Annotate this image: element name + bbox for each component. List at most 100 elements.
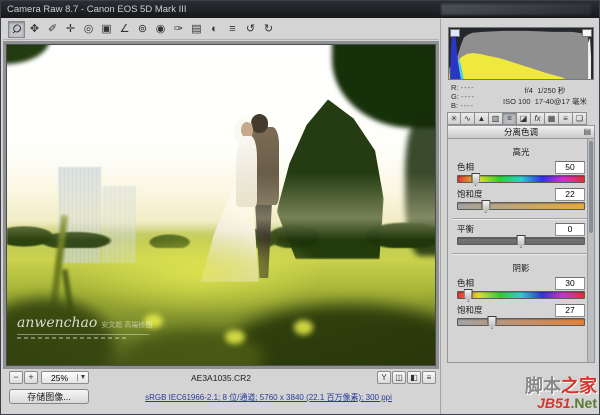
panel-menu-icon[interactable]: ▤: [583, 126, 591, 138]
tab-tone-curve[interactable]: ∿: [461, 112, 475, 125]
detail-icon: ▲: [478, 114, 486, 123]
tab-lens-corrections[interactable]: ◪: [517, 112, 531, 125]
histogram: [448, 27, 594, 80]
zoom-level-select[interactable]: 25% ▼: [41, 371, 89, 384]
zoom-in-button[interactable]: +: [24, 371, 38, 384]
highlight-hue-slider[interactable]: [457, 175, 585, 183]
hand-icon: ✥: [30, 22, 39, 37]
shadow-saturation-input[interactable]: [555, 304, 585, 317]
watermark-script-text: anwenchao: [17, 315, 97, 331]
tab-snapshots[interactable]: ❏: [573, 112, 587, 125]
before-after-y-toggle[interactable]: Y: [377, 371, 391, 384]
white-balance-tool[interactable]: ✐: [44, 21, 61, 38]
shadow-saturation-slider[interactable]: [457, 318, 585, 326]
split-vertical-toggle[interactable]: ◫: [392, 371, 406, 384]
red-eye-tool[interactable]: ◉: [152, 21, 169, 38]
highlight-hue-label: 色相: [457, 161, 474, 173]
balance-slider[interactable]: [457, 237, 585, 245]
shadow-hue-input[interactable]: [555, 277, 585, 290]
shadow-saturation-label: 饱和度: [457, 304, 483, 316]
divider: [452, 253, 590, 255]
slider-handle[interactable]: [517, 235, 526, 248]
slider-handle[interactable]: [464, 289, 473, 302]
watermark-divider: [17, 334, 149, 335]
targeted-adjustment-tool[interactable]: ◎: [80, 21, 97, 38]
zoom-out-button[interactable]: −: [9, 371, 23, 384]
spot-removal-tool[interactable]: ⊚: [134, 21, 151, 38]
lens-value: 17-40@17 毫米: [535, 97, 587, 106]
histogram-plot: [449, 28, 593, 79]
watermark-cn-text: 安文超 高端修图: [101, 322, 152, 329]
exif-readout: f/4 1/250 秒 ISO 100 17-40@17 毫米: [496, 85, 594, 107]
b-label: B:: [451, 101, 458, 110]
scrollbar-thumb[interactable]: [589, 141, 593, 233]
slider-handle[interactable]: [481, 200, 490, 213]
rotate-ccw-icon: ↺: [246, 22, 255, 37]
chevron-down-icon: ▼: [77, 374, 88, 381]
radial-filter-tool[interactable]: ◐: [206, 21, 223, 38]
tab-effects[interactable]: fx: [531, 112, 545, 125]
tab-detail[interactable]: ▲: [475, 112, 489, 125]
r-label: R:: [451, 83, 459, 92]
shadow-hue-slider[interactable]: [457, 291, 585, 299]
iso-value: ISO 100: [503, 97, 531, 106]
tab-presets[interactable]: ≡: [559, 112, 573, 125]
graduated-filter-tool[interactable]: ▤: [188, 21, 205, 38]
shadows-section-title: 阴影: [448, 262, 594, 274]
shutter-value: 1/250 秒: [537, 86, 565, 95]
slider-handle[interactable]: [488, 316, 497, 329]
workflow-options-link[interactable]: sRGB IEC61966-2.1; 8 位/通道; 5760 x 3840 (…: [101, 392, 436, 403]
brush-icon: ✑: [174, 22, 183, 37]
preview-status-bar: − + 25% ▼ AE3A1035.CR2 Y ◫ ◧ ≡: [3, 370, 439, 386]
filename-label: AE3A1035.CR2: [93, 373, 349, 383]
panel-title: 分离色调: [504, 127, 538, 137]
tab-split-toning[interactable]: =: [503, 112, 517, 125]
hand-tool[interactable]: ✥: [26, 21, 43, 38]
shadow-clipping-indicator[interactable]: [450, 29, 460, 37]
adjustment-brush-tool[interactable]: ✑: [170, 21, 187, 38]
highlight-hue-input[interactable]: [555, 161, 585, 174]
crop-icon: ▣: [101, 22, 111, 37]
panel-scrollbar[interactable]: [587, 139, 594, 362]
curve-icon: ∿: [464, 114, 471, 123]
balance-input[interactable]: [555, 223, 585, 236]
straighten-icon: ∠: [120, 22, 130, 37]
panel-tab-strip: ✳ ∿ ▲ ▥ = ◪ fx ▦ ≡ ❏: [447, 112, 587, 125]
camera-icon: ▦: [548, 114, 556, 123]
target-icon: ◎: [84, 22, 94, 37]
split-horizontal-toggle[interactable]: ◧: [407, 371, 421, 384]
tab-basic[interactable]: ✳: [447, 112, 461, 125]
shadow-hue-label: 色相: [457, 277, 474, 289]
toolbar: Ϙ ✥ ✐ ✛ ◎ ▣ ∠ ⊚ ◉ ✑ ▤ ◐ ≡ ↺ ↻: [3, 19, 439, 40]
rotate-cw-icon: ↻: [264, 22, 273, 37]
highlight-clipping-indicator[interactable]: [582, 29, 592, 37]
highlight-saturation-input[interactable]: [555, 188, 585, 201]
balance-label: 平衡: [457, 223, 474, 235]
photo-canvas[interactable]: anwenchao 安文超 高端修图: [6, 44, 436, 366]
snapshots-icon: ❏: [576, 114, 583, 123]
hsl-icon: ▥: [492, 114, 500, 123]
highlight-saturation-slider[interactable]: [457, 202, 585, 210]
sampler-icon: ✛: [66, 22, 75, 37]
crop-tool[interactable]: ▣: [98, 21, 115, 38]
zoom-tool[interactable]: Ϙ: [8, 21, 25, 38]
watermark-subtext: [17, 337, 127, 339]
divider: [452, 218, 590, 220]
tab-camera-calibration[interactable]: ▦: [545, 112, 559, 125]
save-image-button[interactable]: 存储图像...: [9, 389, 89, 404]
tab-hsl-grayscale[interactable]: ▥: [489, 112, 503, 125]
rotate-left-button[interactable]: ↺: [242, 21, 259, 38]
straighten-tool[interactable]: ∠: [116, 21, 133, 38]
eyedropper-icon: ✐: [48, 22, 57, 37]
preferences-button[interactable]: ≡: [224, 21, 241, 38]
preview-settings-toggle[interactable]: ≡: [422, 371, 436, 384]
window-title: Camera Raw 8.7 - Canon EOS 5D Mark III: [7, 4, 187, 15]
heal-icon: ⊚: [138, 22, 147, 37]
lens-icon: ◪: [520, 114, 528, 123]
g-label: G:: [451, 92, 459, 101]
color-sampler-tool[interactable]: ✛: [62, 21, 79, 38]
fx-icon: fx: [534, 114, 540, 123]
titlebar: Camera Raw 8.7 - Canon EOS 5D Mark III: [1, 1, 599, 18]
rotate-right-button[interactable]: ↻: [260, 21, 277, 38]
slider-handle[interactable]: [471, 173, 480, 186]
